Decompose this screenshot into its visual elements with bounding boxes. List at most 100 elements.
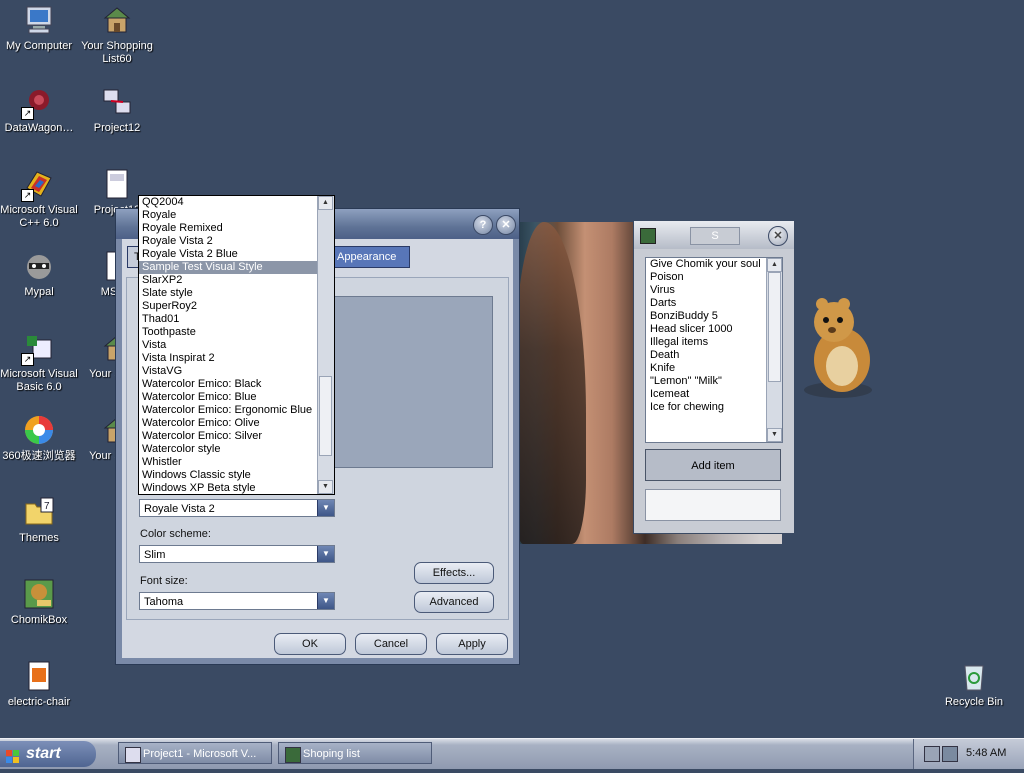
- list-item[interactable]: Darts: [646, 297, 782, 310]
- desktop-icon-themes[interactable]: 7 Themes: [0, 496, 78, 545]
- dropdown-item[interactable]: SlarXP2: [139, 274, 334, 287]
- chevron-down-icon[interactable]: ▼: [317, 500, 334, 516]
- hamster-mascot[interactable]: [800, 290, 880, 400]
- dropdown-item[interactable]: Royale Vista 2 Blue: [139, 248, 334, 261]
- dropdown-item[interactable]: Sample Test Visual Style: [139, 261, 334, 274]
- dropdown-item[interactable]: QQ2004: [139, 196, 334, 209]
- list-item[interactable]: Icemeat: [646, 388, 782, 401]
- desktop-icon-label: My Computer: [5, 40, 73, 52]
- dropdown-items: QQ2004 Royale Royale Remixed Royale Vista 2…: [139, 196, 334, 494]
- dropdown-item[interactable]: Windows Classic style: [139, 469, 334, 482]
- shopping-list-titlebar[interactable]: S ✕: [634, 221, 794, 249]
- dropdown-item[interactable]: Watercolor Emico: Ergonomic Blue: [139, 404, 334, 417]
- font-size-select[interactable]: Tahoma ▼: [139, 592, 335, 610]
- windows-buttons-value: Royale Vista 2: [144, 503, 215, 515]
- dropdown-item[interactable]: Watercolor style: [139, 443, 334, 456]
- scroll-down-icon[interactable]: ▼: [318, 480, 333, 494]
- desktop-icon-shopping-list60[interactable]: Your Shopping List60: [78, 4, 156, 66]
- scroll-thumb[interactable]: [768, 272, 781, 382]
- dropdown-scrollbar[interactable]: ▲ ▼: [317, 196, 334, 494]
- app-icon: [640, 228, 656, 244]
- list-item[interactable]: BonziBuddy 5: [646, 310, 782, 323]
- add-item-button[interactable]: Add item: [645, 449, 781, 481]
- taskbar-item-shoping-list[interactable]: Shoping list: [278, 742, 432, 764]
- desktop-icon-chomikbox[interactable]: ChomikBox: [0, 578, 78, 627]
- ok-button[interactable]: OK: [274, 633, 346, 655]
- desktop-icon-recycle-bin[interactable]: Recycle Bin: [935, 660, 1013, 709]
- chevron-down-icon[interactable]: ▼: [317, 546, 334, 562]
- scroll-thumb[interactable]: [319, 376, 332, 456]
- hamster-icon: [804, 298, 872, 398]
- dropdown-item[interactable]: Thad01: [139, 313, 334, 326]
- desktop-icon-label: Project12: [93, 122, 141, 134]
- desktop-icon-visual-cpp[interactable]: ↗ Microsoft Visual C++ 6.0: [0, 168, 78, 230]
- chevron-down-icon[interactable]: ▼: [317, 593, 334, 609]
- desktop-icon-visual-basic[interactable]: ↗ Microsoft Visual Basic 6.0: [0, 332, 78, 394]
- dropdown-item[interactable]: Watercolor Emico: Silver: [139, 430, 334, 443]
- dropdown-item[interactable]: Whistler: [139, 456, 334, 469]
- dropdown-item[interactable]: Windows XP Beta style: [139, 482, 334, 494]
- vb-form-icon: [101, 168, 133, 200]
- dropdown-item[interactable]: Watercolor Emico: Blue: [139, 391, 334, 404]
- scroll-up-icon[interactable]: ▲: [318, 196, 333, 210]
- scroll-down-icon[interactable]: ▼: [767, 428, 782, 442]
- new-item-input[interactable]: [645, 489, 781, 521]
- svg-text:7: 7: [44, 501, 50, 512]
- shopping-list-window[interactable]: S ✕ Give Chomik your soul Poison Virus Dart…: [633, 220, 795, 534]
- raccoon-icon: [23, 250, 55, 282]
- effects-button[interactable]: Effects...: [414, 562, 494, 584]
- dropdown-item[interactable]: SuperRoy2: [139, 300, 334, 313]
- list-scrollbar[interactable]: ▲ ▼: [766, 258, 782, 442]
- desktop-icon-my-computer[interactable]: My Computer: [0, 4, 78, 53]
- taskbar: start Project1 - Microsoft V... Shoping …: [0, 738, 1024, 769]
- windows-buttons-select[interactable]: Royale Vista 2 ▼: [139, 499, 335, 517]
- list-item[interactable]: Ice for chewing: [646, 401, 782, 414]
- list-item[interactable]: Death: [646, 349, 782, 362]
- list-item[interactable]: Give Chomik your soul: [646, 258, 782, 271]
- font-size-value: Tahoma: [144, 596, 184, 608]
- list-item[interactable]: "Lemon" "Milk": [646, 375, 782, 388]
- desktop-icon-360-browser[interactable]: 360极速浏览器: [0, 414, 78, 463]
- visual-style-dropdown-list[interactable]: QQ2004 Royale Royale Remixed Royale Vista 2…: [138, 195, 335, 495]
- desktop-icon-label: electric-chair: [7, 696, 71, 708]
- desktop-icon-mypal[interactable]: Mypal: [0, 250, 78, 299]
- list-item[interactable]: Knife: [646, 362, 782, 375]
- start-button[interactable]: start: [0, 741, 96, 767]
- shopping-items: Give Chomik your soul Poison Virus Darts Bon…: [646, 258, 782, 414]
- list-item[interactable]: Head slicer 1000: [646, 323, 782, 336]
- dropdown-item[interactable]: Royale Remixed: [139, 222, 334, 235]
- clock[interactable]: 5:48 AM: [966, 747, 1006, 759]
- desktop-icon-datawagon[interactable]: ↗ DataWagon…: [0, 86, 78, 135]
- close-icon[interactable]: ✕: [768, 226, 788, 246]
- list-item[interactable]: Poison: [646, 271, 782, 284]
- dropdown-item[interactable]: Royale Vista 2: [139, 235, 334, 248]
- tray-app-icon[interactable]: [942, 746, 958, 762]
- dropdown-item[interactable]: Slate style: [139, 287, 334, 300]
- dropdown-item[interactable]: Vista: [139, 339, 334, 352]
- network-icon[interactable]: [924, 746, 940, 762]
- taskbar-item-project1[interactable]: Project1 - Microsoft V...: [118, 742, 272, 764]
- help-icon[interactable]: ?: [473, 215, 493, 235]
- list-item[interactable]: Illegal items: [646, 336, 782, 349]
- advanced-button[interactable]: Advanced: [414, 591, 494, 613]
- dropdown-item[interactable]: Watercolor Emico: Black: [139, 378, 334, 391]
- shortcut-arrow-icon: ↗: [21, 189, 34, 202]
- dropdown-item[interactable]: VistaVG: [139, 365, 334, 378]
- dropdown-item[interactable]: Watercolor Emico: Olive: [139, 417, 334, 430]
- color-scheme-select[interactable]: Slim ▼: [139, 545, 335, 563]
- apply-button[interactable]: Apply: [436, 633, 508, 655]
- close-icon[interactable]: ✕: [496, 215, 516, 235]
- list-item[interactable]: Virus: [646, 284, 782, 297]
- dropdown-item[interactable]: Royale: [139, 209, 334, 222]
- dropdown-item[interactable]: Toothpaste: [139, 326, 334, 339]
- dropdown-item[interactable]: Vista Inspirat 2: [139, 352, 334, 365]
- scroll-up-icon[interactable]: ▲: [767, 258, 782, 272]
- desktop-icon-electric-chair[interactable]: electric-chair: [0, 660, 78, 709]
- shopping-app-icon: [285, 747, 301, 763]
- cancel-button[interactable]: Cancel: [355, 633, 427, 655]
- shopping-items-list[interactable]: Give Chomik your soul Poison Virus Darts Bon…: [645, 257, 783, 443]
- tab-appearance[interactable]: Appearance: [330, 246, 410, 268]
- desktop-icon-label: DataWagon…: [4, 122, 74, 134]
- desktop-icon-project12[interactable]: Project12: [78, 86, 156, 135]
- desktop-icon-label: Mypal: [24, 286, 54, 298]
